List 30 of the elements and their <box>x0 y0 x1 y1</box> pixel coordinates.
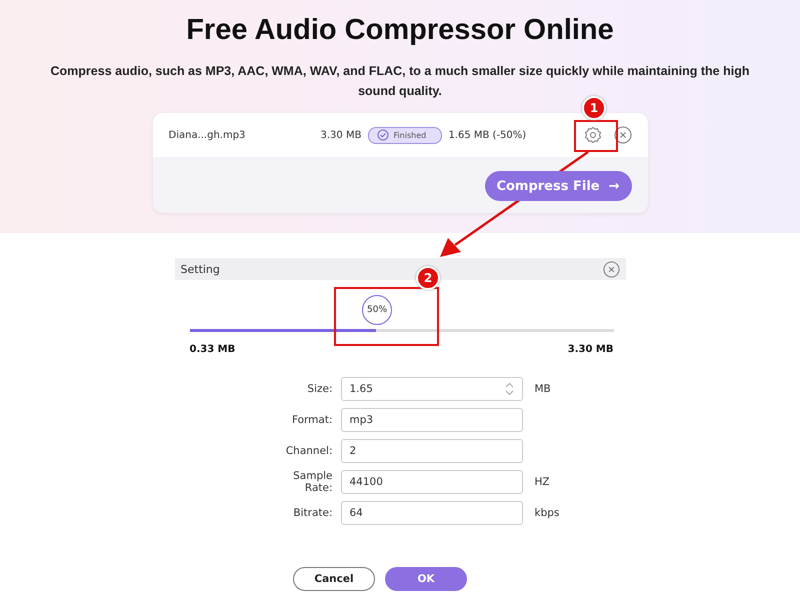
input-field[interactable]: mp3 <box>340 408 522 432</box>
input-field[interactable]: 44100 <box>340 470 522 494</box>
compressed-size: 1.65 MB (-50%) <box>448 130 528 140</box>
setting-title: Setting <box>180 262 220 276</box>
field-value: 2 <box>350 445 356 457</box>
field-label: Bitrate: <box>292 507 332 519</box>
original-size: 3.30 MB <box>320 130 362 140</box>
unit-label: kbps <box>534 507 560 519</box>
field-label: Size: <box>306 383 332 395</box>
page-title: Free Audio Compressor Online <box>186 14 614 47</box>
field-value: 44100 <box>350 476 383 488</box>
compress-file-button[interactable]: Compress File → <box>484 171 632 201</box>
field-label: Format: <box>290 414 332 426</box>
unit-label: MB <box>534 383 552 395</box>
ok-button[interactable]: OK <box>385 567 467 591</box>
input-field[interactable]: 1.65 <box>340 377 522 401</box>
field-value: 64 <box>350 507 363 519</box>
cancel-button[interactable]: Cancel <box>293 567 375 591</box>
field-value: mp3 <box>350 414 374 426</box>
max-size-label: 3.30 MB <box>568 344 614 355</box>
status-text: Finished <box>393 130 426 140</box>
field-label: Sample Rate: <box>292 470 332 494</box>
field-value: 1.65 <box>350 383 373 395</box>
file-name: Diana...gh.mp3 <box>168 130 246 140</box>
unit-label: HZ <box>534 476 551 488</box>
min-size-label: 0.33 MB <box>190 344 236 355</box>
field-label: Channel: <box>284 445 332 457</box>
slider-handle[interactable]: 50% <box>362 295 392 325</box>
input-field[interactable]: 2 <box>340 439 522 463</box>
input-field[interactable]: 64 <box>340 501 522 525</box>
